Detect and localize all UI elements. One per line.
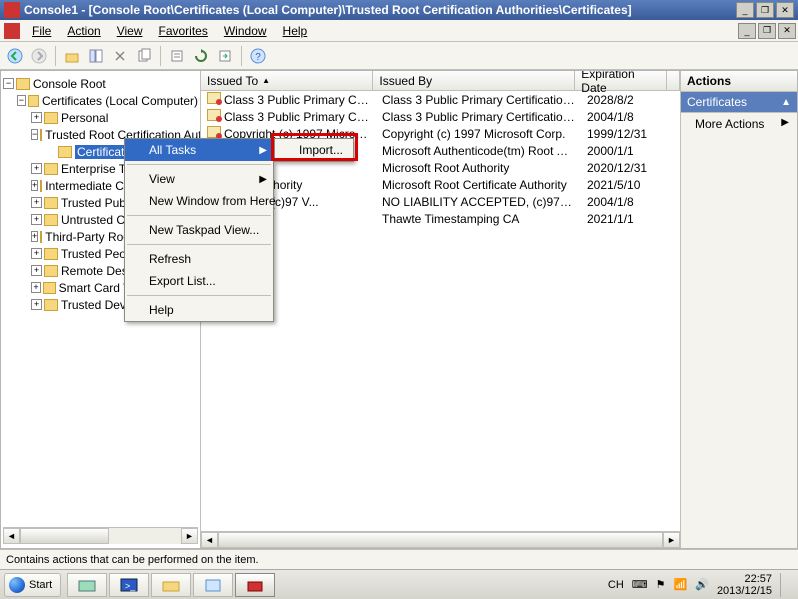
menu-view[interactable]: View <box>109 22 151 40</box>
menubar: File Action View Favorites Window Help _… <box>0 20 798 42</box>
menu-file[interactable]: File <box>24 22 59 40</box>
window-title: Console1 - [Console Root\Certificates (L… <box>24 3 734 17</box>
show-hide-tree-button[interactable] <box>85 45 107 67</box>
submenu-arrow-icon: ▶ <box>259 145 267 156</box>
mdi-restore-button[interactable]: ❐ <box>758 23 776 39</box>
cert-row[interactable]: Class 3 Public Primary Certification... … <box>201 108 680 125</box>
main-body: −Console Root −Certificates (Local Compu… <box>0 70 798 549</box>
refresh-button[interactable] <box>190 45 212 67</box>
tree-hscroll[interactable]: ◄► <box>3 527 198 544</box>
actions-subheader[interactable]: Certificates ▲ <box>681 92 797 113</box>
taskbar-mmc[interactable] <box>235 573 275 597</box>
context-new-window[interactable]: New Window from Here <box>125 190 273 212</box>
taskbar-server-manager[interactable] <box>67 573 107 597</box>
toolbar: ? <box>0 42 798 70</box>
actions-header: Actions <box>681 71 797 92</box>
forward-button[interactable] <box>28 45 50 67</box>
actions-more-actions[interactable]: More Actions ▶ <box>681 113 797 135</box>
up-button[interactable] <box>61 45 83 67</box>
export-button[interactable] <box>214 45 236 67</box>
list-hscroll[interactable]: ◄► <box>201 531 680 548</box>
tree-personal[interactable]: +Personal <box>3 109 198 126</box>
tray-network-icon[interactable]: 📶 <box>674 578 688 591</box>
col-issued-by[interactable]: Issued By <box>373 71 575 90</box>
taskbar: Start >_ CH ⌨ ⚑ 📶 🔊 22:57 2013/12/15 <box>0 569 798 599</box>
tray-volume-icon[interactable]: 🔊 <box>695 578 709 591</box>
tree-certificates-local[interactable]: −Certificates (Local Computer) <box>3 92 198 109</box>
tree-root[interactable]: −Console Root <box>3 75 198 92</box>
cert-icon <box>207 92 221 104</box>
context-new-taskpad[interactable]: New Taskpad View... <box>125 219 273 241</box>
back-button[interactable] <box>4 45 26 67</box>
maximize-button[interactable]: ❐ <box>756 2 774 18</box>
submenu-arrow-icon: ▶ <box>259 174 267 185</box>
context-refresh[interactable]: Refresh <box>125 248 273 270</box>
status-text: Contains actions that can be performed o… <box>6 554 259 566</box>
window-titlebar: Console1 - [Console Root\Certificates (L… <box>0 0 798 20</box>
col-expiration[interactable]: Expiration Date <box>575 71 667 90</box>
context-import[interactable]: Import... <box>275 139 353 161</box>
show-desktop-button[interactable] <box>780 573 788 597</box>
mdi-minimize-button[interactable]: _ <box>738 23 756 39</box>
context-submenu-all-tasks: Import... <box>274 138 354 162</box>
properties-button[interactable] <box>166 45 188 67</box>
cut-button[interactable] <box>109 45 131 67</box>
start-button[interactable]: Start <box>4 573 61 597</box>
close-button[interactable]: ✕ <box>776 2 794 18</box>
copy-button[interactable] <box>133 45 155 67</box>
mdi-close-button[interactable]: ✕ <box>778 23 796 39</box>
menu-action[interactable]: Action <box>59 22 108 40</box>
context-menu: All Tasks▶ View▶ New Window from Here Ne… <box>124 138 274 322</box>
svg-text:?: ? <box>255 52 261 63</box>
windows-orb-icon <box>9 577 25 593</box>
menu-favorites[interactable]: Favorites <box>151 22 216 40</box>
context-help[interactable]: Help <box>125 299 273 321</box>
app-icon <box>4 2 20 18</box>
taskbar-pinned: >_ <box>67 573 275 597</box>
help-button[interactable]: ? <box>247 45 269 67</box>
chevron-right-icon: ▶ <box>781 117 789 128</box>
context-export-list[interactable]: Export List... <box>125 270 273 292</box>
menu-window[interactable]: Window <box>216 22 275 40</box>
context-all-tasks[interactable]: All Tasks▶ <box>125 139 273 161</box>
actions-pane: Actions Certificates ▲ More Actions ▶ <box>680 71 797 548</box>
svg-text:>_: >_ <box>125 581 136 591</box>
taskbar-item[interactable] <box>193 573 233 597</box>
minimize-button[interactable]: _ <box>736 2 754 18</box>
sort-asc-icon: ▲ <box>262 76 270 85</box>
cert-row[interactable]: Class 3 Public Primary Certification... … <box>201 91 680 108</box>
chevron-up-icon: ▲ <box>781 97 791 108</box>
cert-icon <box>207 126 221 138</box>
tray-flag-icon[interactable]: ⚑ <box>656 578 666 591</box>
ime-keyboard-icon[interactable]: ⌨ <box>632 578 648 591</box>
ime-indicator[interactable]: CH <box>608 579 624 591</box>
context-view[interactable]: View▶ <box>125 168 273 190</box>
mdi-window-buttons: _ ❐ ✕ <box>736 23 798 39</box>
menu-help[interactable]: Help <box>275 22 316 40</box>
col-extra[interactable] <box>667 71 680 90</box>
mmc-icon <box>4 23 20 39</box>
cert-icon <box>207 109 221 121</box>
tray-clock[interactable]: 22:57 2013/12/15 <box>717 573 772 597</box>
taskbar-explorer[interactable] <box>151 573 191 597</box>
taskbar-powershell[interactable]: >_ <box>109 573 149 597</box>
status-bar: Contains actions that can be performed o… <box>0 549 798 569</box>
system-tray: CH ⌨ ⚑ 📶 🔊 22:57 2013/12/15 <box>608 573 794 597</box>
col-issued-to[interactable]: Issued To▲ <box>201 71 373 90</box>
list-header: Issued To▲ Issued By Expiration Date <box>201 71 680 91</box>
